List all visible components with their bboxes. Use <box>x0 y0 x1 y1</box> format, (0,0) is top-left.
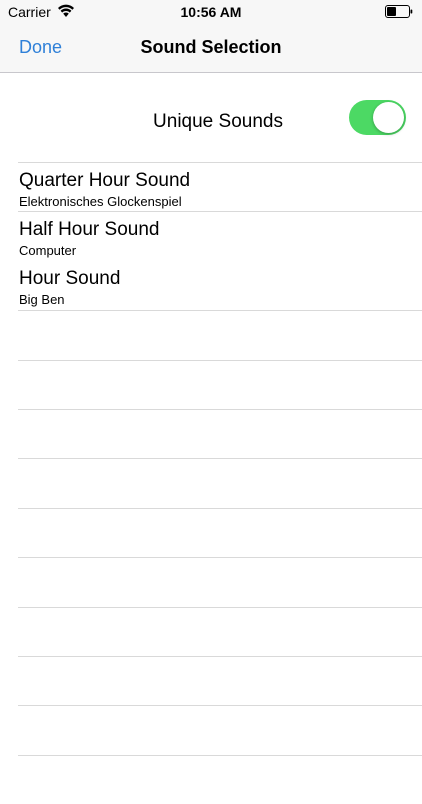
empty-row-separator <box>18 655 422 705</box>
sound-row-subtitle: Computer <box>19 243 77 259</box>
empty-row-separator <box>18 310 422 359</box>
sound-list: Quarter Hour Sound Elektronisches Glocke… <box>0 162 422 804</box>
page-title: Sound Selection <box>140 37 282 57</box>
sound-row-title: Quarter Hour Sound <box>19 170 191 191</box>
toggle-knob <box>373 102 404 133</box>
empty-row-separator <box>18 359 422 409</box>
sound-row-title: Half Hour Sound <box>19 219 160 241</box>
sound-row-subtitle: Elektronisches Glockenspiel <box>19 194 182 209</box>
empty-row-separator <box>18 507 422 557</box>
status-bar: Carrier 10:56 AM <box>0 0 422 24</box>
empty-row-separator <box>18 606 422 656</box>
sound-row-half-hour[interactable]: Half Hour Sound Computer <box>18 211 422 260</box>
unique-sounds-toggle[interactable] <box>349 100 406 135</box>
sound-row-subtitle: Big Ben <box>19 291 65 307</box>
sound-row-title: Hour Sound <box>19 267 121 289</box>
empty-row-separator <box>18 754 422 804</box>
navigation-bar: Done Sound Selection <box>0 24 422 73</box>
sound-row-quarter-hour[interactable]: Quarter Hour Sound Elektronisches Glocke… <box>18 162 422 211</box>
status-time: 10:56 AM <box>180 4 242 20</box>
unique-sounds-row: Unique Sounds <box>0 73 422 162</box>
empty-row-separator <box>18 458 422 507</box>
empty-row-separator <box>18 408 422 458</box>
battery-icon <box>385 5 413 18</box>
empty-row-separator <box>18 705 422 754</box>
empty-row-separator <box>18 557 422 606</box>
sound-row-hour[interactable]: Hour Sound Big Ben <box>18 261 422 310</box>
